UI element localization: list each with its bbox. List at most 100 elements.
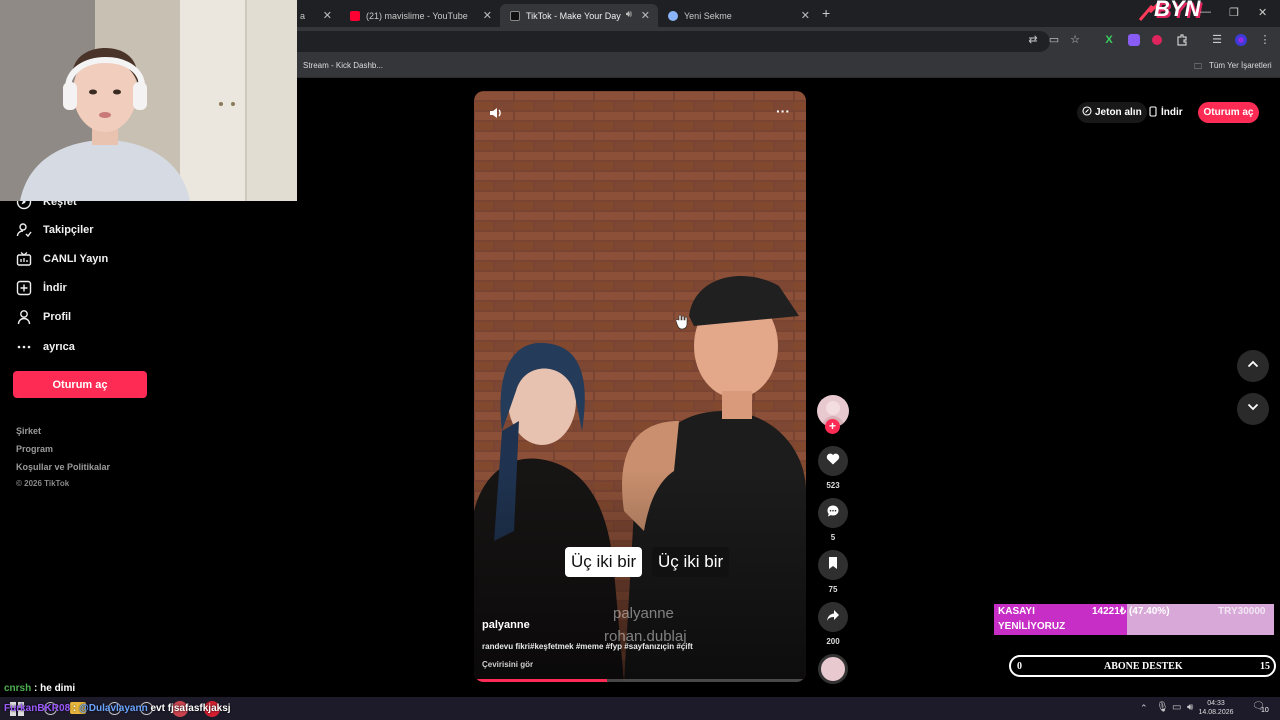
tab-unknown[interactable]: a ✕	[290, 4, 340, 27]
tab-youtube[interactable]: (21) mavislime - YouTube ✕	[340, 4, 500, 27]
close-icon[interactable]: ✕	[483, 9, 492, 22]
sub-goal-widget: 0 ABONE DESTEK 15	[1009, 655, 1276, 677]
music-disc-icon[interactable]	[818, 654, 848, 684]
header-login-button[interactable]: Oturum aç	[1198, 102, 1259, 123]
cast-icon[interactable]: ▭	[1047, 33, 1061, 47]
live-tv-icon	[16, 251, 32, 267]
new-tab-button[interactable]: +	[822, 5, 830, 21]
sidebar-item-following[interactable]: Takipçiler	[16, 222, 94, 238]
tab-label: (21) mavislime - YouTube	[366, 10, 468, 21]
download-app-button[interactable]: İndir	[1149, 102, 1183, 123]
chat-separator: :	[70, 703, 80, 714]
follow-plus-icon[interactable]: +	[825, 419, 840, 434]
sidebar-login-button[interactable]: Oturum aç	[13, 371, 147, 398]
donation-title-line1: KASAYI	[998, 606, 1035, 617]
more-icon	[16, 339, 32, 355]
tab-tiktok[interactable]: TikTok - Make Your Day 🔊︎ ✕	[500, 4, 658, 27]
footer-link-terms[interactable]: Koşullar ve Politikalar	[16, 462, 110, 472]
comment-button[interactable]	[818, 498, 848, 528]
coin-icon	[1082, 106, 1092, 119]
menu-kebab-icon[interactable]: ⋮	[1258, 33, 1272, 47]
clock-time: 04:33	[1207, 700, 1225, 707]
download-app-label: İndir	[1161, 107, 1183, 118]
sidebar-item-more[interactable]: ayrıca	[16, 339, 75, 355]
all-bookmarks[interactable]: Tüm Yer İşaretleri	[1209, 61, 1272, 70]
stream-logo: BYN	[1138, 0, 1204, 26]
see-translation-link[interactable]: Çevirisini gör	[482, 660, 533, 669]
previous-video-button[interactable]	[1237, 350, 1269, 382]
close-icon[interactable]: ✕	[801, 9, 810, 22]
sidebar-item-label: ayrıca	[43, 341, 75, 353]
folder-icon[interactable]: 🗀︎	[1194, 61, 1202, 75]
video-progress-bar[interactable]	[474, 679, 806, 682]
sidebar-item-label: İndir	[43, 282, 67, 294]
extension-icon[interactable]	[1127, 33, 1141, 47]
volume-tray-icon[interactable]: 🔊︎	[1187, 702, 1193, 713]
address-bar[interactable]	[280, 31, 1050, 52]
tab-label: a	[300, 10, 306, 21]
chat-text: evt fjsafasfkjaksj	[147, 703, 231, 714]
sidebar-item-download[interactable]: İndir	[16, 280, 67, 296]
share-count: 200	[826, 637, 840, 646]
system-clock[interactable]: 04:33 14.08.2026	[1198, 699, 1234, 717]
microphone-icon[interactable]: 🎙︎	[1156, 702, 1169, 713]
get-coins-button[interactable]: Jeton alın	[1077, 102, 1147, 123]
extension-icon[interactable]	[1150, 33, 1164, 47]
close-window-icon[interactable]: ✕	[1258, 6, 1267, 19]
video-player[interactable]: ··· Üç iki bir Üç iki bir palyanne rohan…	[474, 91, 806, 682]
person-icon	[16, 309, 32, 325]
sub-goal-label: ABONE DESTEK	[1104, 661, 1183, 672]
save-button[interactable]	[818, 550, 848, 580]
like-count: 523	[826, 481, 840, 490]
video-description: randevu fikri#keşfetmek #meme #fyp #sayf…	[482, 642, 693, 651]
donation-goal: TRY30000	[1218, 606, 1266, 617]
minimize-icon[interactable]: —	[1200, 6, 1211, 18]
footer-link-company[interactable]: Şirket	[16, 426, 41, 436]
speaker-icon[interactable]: 🔊︎	[626, 9, 632, 20]
network-icon[interactable]: ▭	[1172, 702, 1181, 713]
chevron-up-icon	[1246, 357, 1260, 376]
like-button[interactable]	[818, 446, 848, 476]
restore-icon[interactable]: ❐	[1229, 6, 1239, 19]
close-icon[interactable]: ✕	[641, 9, 650, 22]
sidebar-item-label: Takipçiler	[43, 224, 94, 236]
media-icon[interactable]: ☰	[1210, 33, 1224, 47]
caption-left: Üç iki bir	[565, 547, 643, 577]
sidebar-item-live[interactable]: CANLI Yayın	[16, 251, 108, 267]
bookmark-icon	[827, 556, 839, 575]
chat-message: cnrsh : he dimi	[4, 683, 75, 694]
globe-icon	[668, 10, 678, 21]
close-icon[interactable]: ✕	[323, 9, 332, 22]
plus-square-icon	[16, 280, 32, 296]
video-username[interactable]: palyanne	[482, 619, 530, 631]
donation-amount: 14221₺ (47.40%)	[1092, 606, 1170, 617]
volume-icon[interactable]	[488, 105, 504, 126]
next-video-button[interactable]	[1237, 393, 1269, 425]
extension-x-icon[interactable]: X	[1102, 33, 1116, 47]
star-icon[interactable]: ☆	[1068, 33, 1082, 47]
tiktok-icon	[510, 10, 520, 21]
profile-avatar-icon[interactable]	[1234, 33, 1248, 47]
screen: a ✕ (21) mavislime - YouTube ✕ TikTok - …	[0, 0, 1280, 720]
donation-title-line2: YENİLİYORUZ	[998, 621, 1066, 632]
sidebar-item-profile[interactable]: Profil	[16, 309, 71, 325]
tab-new[interactable]: Yeni Sekme ✕	[658, 4, 818, 27]
webcam-overlay	[0, 0, 297, 201]
chat-message: FurkanBKR08 : @Dulavlayann evt fjsafasfk…	[4, 703, 231, 714]
chat-text: he dimi	[40, 683, 76, 694]
get-coins-label: Jeton alın	[1095, 107, 1142, 118]
comment-count: 5	[830, 533, 836, 542]
heart-icon	[826, 452, 840, 471]
translate-icon[interactable]: ⇄	[1026, 33, 1040, 47]
chevron-down-icon	[1246, 400, 1260, 419]
more-options-icon[interactable]: ···	[776, 103, 790, 119]
tray-chevron-icon[interactable]: ⌃	[1140, 703, 1148, 714]
bookmark-kick-dashboard[interactable]: Stream - Kick Dashb...	[303, 61, 383, 70]
youtube-icon	[350, 10, 360, 21]
copyright: © 2026 TikTok	[16, 479, 70, 488]
sidebar-item-label: CANLI Yayın	[43, 253, 109, 265]
phone-icon	[1149, 105, 1157, 120]
share-button[interactable]	[818, 602, 848, 632]
puzzle-icon[interactable]	[1175, 33, 1189, 47]
footer-link-program[interactable]: Program	[16, 444, 53, 454]
